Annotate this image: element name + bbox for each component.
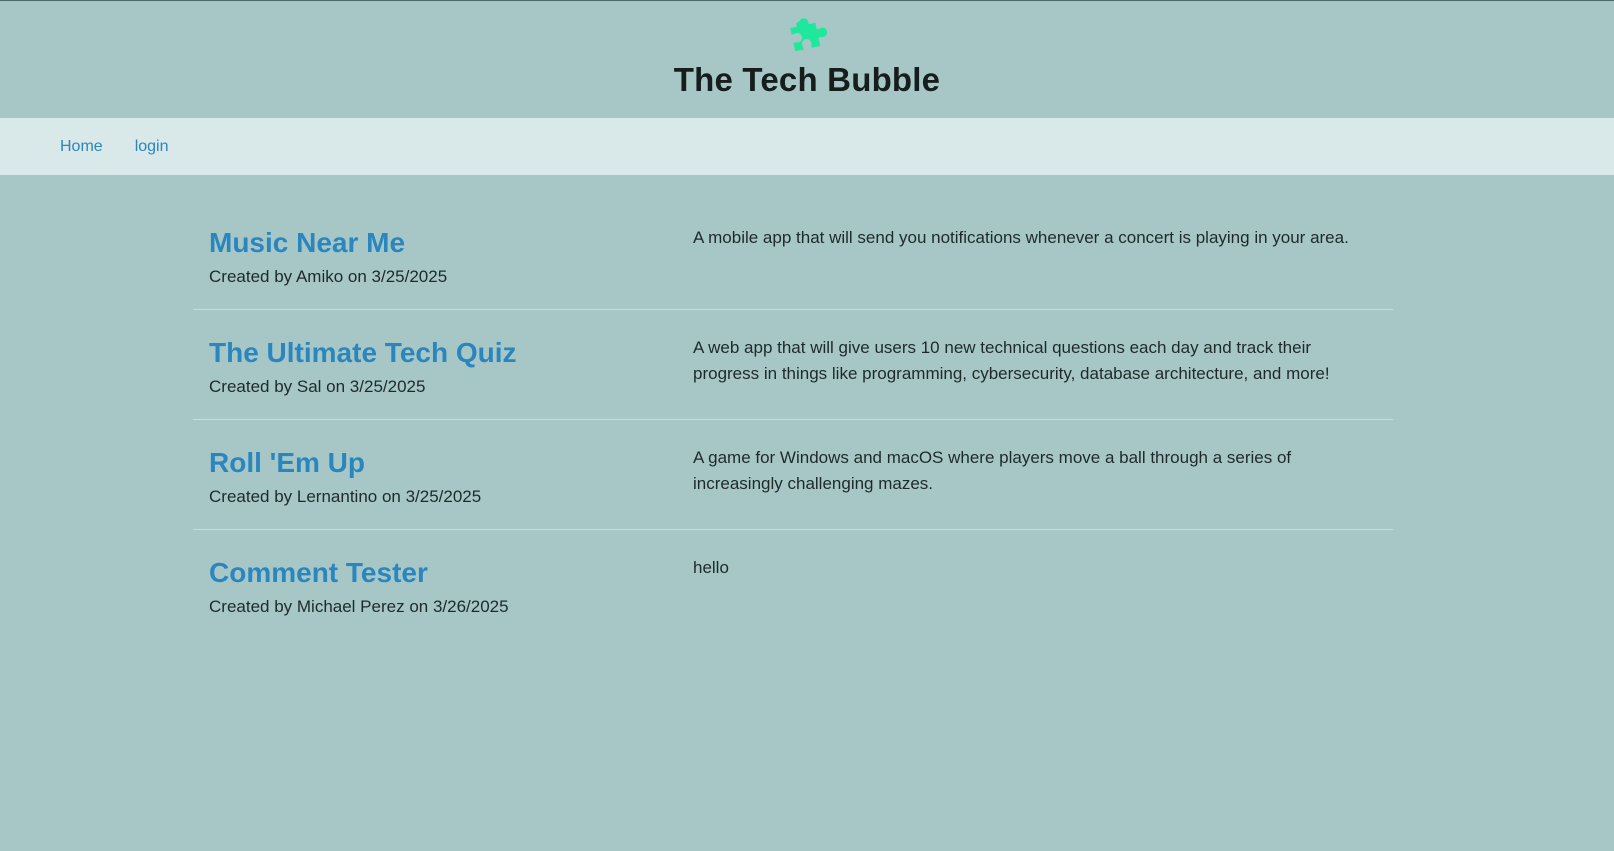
site-header: The Tech Bubble xyxy=(0,1,1614,118)
project-description: A mobile app that will send you notifica… xyxy=(693,228,1349,247)
project-title-link[interactable]: The Ultimate Tech Quiz xyxy=(209,336,693,370)
project-info: Roll 'Em Up Created by Lernantino on 3/2… xyxy=(193,420,693,529)
project-list: Music Near Me Created by Amiko on 3/25/2… xyxy=(193,175,1393,640)
puzzle-piece-icon xyxy=(790,18,827,52)
project-meta: Created by Sal on 3/25/2025 xyxy=(209,377,426,396)
project-meta: Created by Lernantino on 3/25/2025 xyxy=(209,487,482,506)
project-info: Comment Tester Created by Michael Perez … xyxy=(193,530,693,640)
project-meta: Created by Amiko on 3/25/2025 xyxy=(209,267,448,286)
project-info: Music Near Me Created by Amiko on 3/25/2… xyxy=(193,200,693,309)
project-description: hello xyxy=(693,558,729,577)
nav-home-link[interactable]: Home xyxy=(60,138,103,156)
project-row: Music Near Me Created by Amiko on 3/25/2… xyxy=(193,200,1393,310)
project-title-link[interactable]: Comment Tester xyxy=(209,556,693,590)
project-row: Roll 'Em Up Created by Lernantino on 3/2… xyxy=(193,420,1393,530)
project-title-link[interactable]: Music Near Me xyxy=(209,226,693,260)
project-description: A game for Windows and macOS where playe… xyxy=(693,448,1292,493)
project-row: Comment Tester Created by Michael Perez … xyxy=(193,530,1393,640)
project-description: A web app that will give users 10 new te… xyxy=(693,338,1330,383)
project-meta: Created by Michael Perez on 3/26/2025 xyxy=(209,597,509,616)
project-info: The Ultimate Tech Quiz Created by Sal on… xyxy=(193,310,693,419)
site-title: The Tech Bubble xyxy=(673,61,941,98)
project-row: The Ultimate Tech Quiz Created by Sal on… xyxy=(193,310,1393,420)
project-title-link[interactable]: Roll 'Em Up xyxy=(209,446,693,480)
main-nav: Home login xyxy=(0,118,1614,175)
nav-login-link[interactable]: login xyxy=(135,138,169,156)
